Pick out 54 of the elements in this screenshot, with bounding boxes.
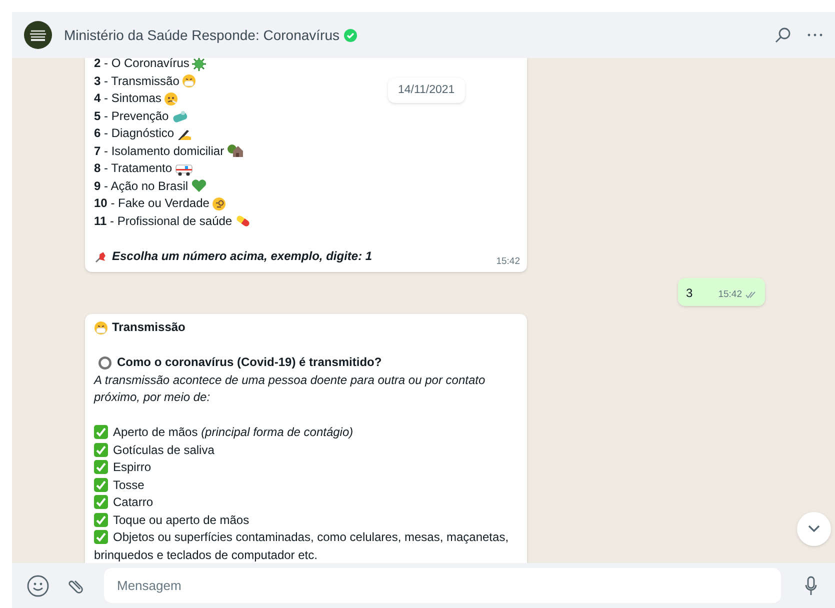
- message-heading: Transmissão: [112, 319, 186, 336]
- list-item: Aperto de mãos (principal forma de contágio): [94, 424, 518, 442]
- message-input[interactable]: Mensagem: [104, 568, 781, 603]
- menu-option: 10 - Fake ou Verdade: [94, 195, 210, 212]
- house-icon: [227, 144, 246, 158]
- monocle-face-icon: [212, 196, 226, 211]
- message-time: 15:42: [718, 288, 742, 302]
- check-mark-icon: [94, 442, 108, 456]
- menu-option: 4 - Sintomas: [94, 90, 162, 108]
- heart-icon: [191, 179, 208, 194]
- list-item: Catarro: [94, 494, 518, 512]
- menu-option: 9 - Ação no Brasil: [94, 178, 188, 195]
- check-mark-icon: [94, 460, 108, 474]
- list-item: Toque ou aperto de mãos: [94, 512, 518, 529]
- intro-paragraph: A transmissão acontece de uma pessoa doente para outra ou por contato próximo, por meio de:: [94, 372, 486, 406]
- menu-instruction: Escolha um número acima, exemplo, digite: 1: [112, 248, 372, 264]
- menu-option: 11 - Profissional de saúde: [94, 212, 232, 230]
- list-item: Espirro: [94, 459, 518, 476]
- list-item: Objetos ou superfícies contaminadas, como celulares, mesas, maçanetas, brinquedos e teclados de computador etc.: [94, 529, 510, 563]
- menu-option: 2 - O Coronavírus: [94, 58, 190, 72]
- check-mark-icon: [94, 530, 108, 544]
- search-icon: [775, 27, 791, 43]
- virus-icon: [192, 58, 206, 71]
- smiley-icon: [27, 574, 49, 596]
- check-mark-icon: [94, 478, 108, 492]
- list-item: Gotículas de saliva: [94, 442, 518, 459]
- microphone-icon: [805, 576, 817, 596]
- check-mark-icon: [94, 495, 108, 509]
- menu-option: 5 - Prevenção: [94, 108, 169, 125]
- check-mark-icon: [94, 512, 108, 526]
- ambulance-icon: [175, 162, 194, 176]
- search-button[interactable]: [773, 25, 793, 45]
- menu-option: 6 - Diagnóstico: [94, 125, 174, 142]
- check-mark-icon: [94, 425, 108, 439]
- menu-option: 7 - Isolamento domiciliar: [94, 142, 224, 160]
- chevron-down-icon: [808, 525, 820, 533]
- message-text: 3: [686, 285, 693, 302]
- list-item: Tosse: [94, 476, 518, 494]
- question-text: Como o coronavírus (Covid-19) é transmitido?: [117, 354, 382, 371]
- chat-title: Ministério da Saúde Responde: Coronavírus: [64, 26, 340, 45]
- emoji-button[interactable]: [26, 574, 50, 598]
- message-time: 15:42: [496, 254, 520, 269]
- menu-option: 3 - Transmissão: [94, 72, 180, 90]
- more-options-icon: [807, 33, 823, 37]
- masked-face-icon: [94, 320, 108, 335]
- soap-icon: [172, 109, 188, 124]
- pushpin-icon: [94, 249, 108, 264]
- scroll-down-button[interactable]: [797, 512, 831, 546]
- sick-face-icon: [164, 92, 178, 106]
- masked-face-icon: [182, 74, 196, 88]
- date-chip: 14/11/2021: [388, 78, 465, 104]
- record-button-icon: [98, 356, 112, 370]
- menu-option: 8 - Tratamento: [94, 160, 172, 178]
- logo-avatar: [24, 21, 52, 49]
